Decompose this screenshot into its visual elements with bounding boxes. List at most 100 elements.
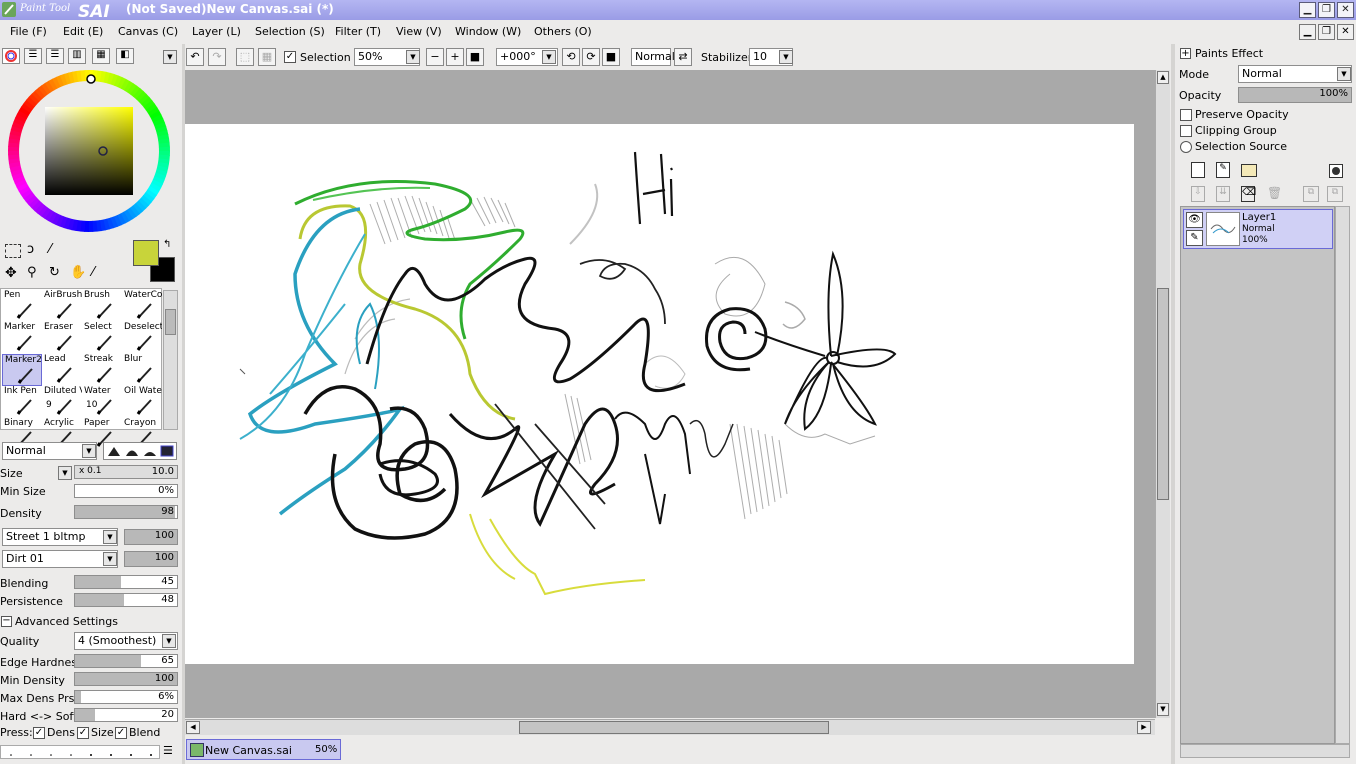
canvas-hscroll-thumb[interactable] xyxy=(519,721,829,734)
rotation-dropdown-icon[interactable]: ▼ xyxy=(542,50,556,64)
texture2-select[interactable]: Dirt 01 xyxy=(2,550,118,568)
zoom-out-button[interactable]: − xyxy=(426,48,444,66)
menu-filter[interactable]: Filter (T) xyxy=(335,25,381,38)
brush-shape-selector[interactable] xyxy=(103,442,177,460)
layer-visibility-eye-icon[interactable]: 👁 xyxy=(1186,212,1203,228)
size-range-dropdown-icon[interactable]: ▼ xyxy=(58,466,72,480)
rgb-slider-mode-icon[interactable]: ☰ xyxy=(24,48,42,64)
press-blend-checkbox[interactable]: ✓ xyxy=(115,727,127,739)
tool-deselect[interactable]: Deselect xyxy=(122,322,162,354)
menu-others[interactable]: Others (O) xyxy=(534,25,592,38)
mdi-minimize-button[interactable]: ▁ xyxy=(1299,24,1316,40)
texture1-strength-slider[interactable]: 100 xyxy=(124,529,178,545)
advanced-collapse-icon[interactable]: − xyxy=(1,616,12,627)
advanced-settings-label[interactable]: Advanced Settings xyxy=(15,615,118,628)
layer-list-vscrollbar[interactable] xyxy=(1335,206,1350,744)
max-dens-slider[interactable]: 6% xyxy=(74,690,178,704)
palette-mode-icon[interactable]: ▦ xyxy=(92,48,110,64)
redo-button[interactable]: ↷ xyxy=(208,48,226,66)
color-panel-menu-icon[interactable]: ▼ xyxy=(163,50,177,64)
canvas-tab[interactable]: New Canvas.sai 50% xyxy=(186,739,341,760)
size-slider[interactable]: x 0.1 10.0 xyxy=(74,465,178,479)
rotate-icon[interactable]: ↻ xyxy=(49,265,65,281)
layer-mask-icon[interactable] xyxy=(1329,164,1343,178)
min-density-slider[interactable]: 100 xyxy=(74,672,178,686)
tool-pen[interactable]: Pen xyxy=(2,290,42,322)
magic-wand-icon[interactable]: ⁄ xyxy=(49,242,67,258)
primary-color-swatch[interactable] xyxy=(133,240,159,266)
invert-selection-button[interactable]: ▦ xyxy=(258,48,276,66)
hsv-slider-mode-icon[interactable]: ☰ xyxy=(46,48,64,64)
merge-down-icon[interactable]: ⇊ xyxy=(1216,186,1230,202)
eyedropper-icon[interactable]: ⁄ xyxy=(92,265,108,281)
deselect-button[interactable]: ⬚ xyxy=(236,48,254,66)
clear-layer-icon[interactable]: ⌫ xyxy=(1241,186,1256,202)
texture2-strength-slider[interactable]: 100 xyxy=(124,551,178,567)
menu-canvas[interactable]: Canvas (C) xyxy=(118,25,178,38)
hard-soft-slider[interactable]: 20 xyxy=(74,708,178,722)
zoom-reset-button[interactable]: ■ xyxy=(466,48,484,66)
texture1-dropdown-icon[interactable]: ▼ xyxy=(103,530,117,544)
swatches-mode-icon[interactable]: ▥ xyxy=(68,48,86,64)
tool-blur[interactable]: Blur xyxy=(122,354,162,386)
menu-file[interactable]: File (F) xyxy=(10,25,47,38)
edge-hardness-slider[interactable]: 65 xyxy=(74,654,178,668)
tool-marker[interactable]: Marker xyxy=(2,322,42,354)
mdi-close-button[interactable]: ✕ xyxy=(1337,24,1354,40)
mdi-restore-button[interactable]: ❐ xyxy=(1318,24,1335,40)
tool-lead[interactable]: Lead xyxy=(42,354,82,386)
lasso-icon[interactable]: ↄ xyxy=(27,242,45,258)
rotate-cw-button[interactable]: ⟳ xyxy=(582,48,600,66)
blend-mode-select[interactable]: Normal xyxy=(631,48,675,66)
press-size-checkbox[interactable]: ✓ xyxy=(77,727,89,739)
press-dens-checkbox[interactable]: ✓ xyxy=(33,727,45,739)
color-wheel-mode-icon[interactable] xyxy=(2,48,20,64)
tool-waterco[interactable]: WaterCo xyxy=(122,290,162,322)
stabilizer-dropdown-icon[interactable]: ▼ xyxy=(779,50,793,64)
minimize-button[interactable]: ▁ xyxy=(1299,2,1316,18)
layer-mode-select[interactable]: Normal xyxy=(1238,65,1352,83)
tool-grid-scrollbar[interactable] xyxy=(163,290,178,430)
swap-colors-icon[interactable]: ↰ xyxy=(163,239,171,250)
zoom-dropdown-icon[interactable]: ▼ xyxy=(406,50,420,64)
maximize-button[interactable]: ❐ xyxy=(1318,2,1335,18)
texture2-dropdown-icon[interactable]: ▼ xyxy=(103,552,117,566)
new-folder-icon[interactable] xyxy=(1241,164,1257,177)
paints-effect-label[interactable]: Paints Effect xyxy=(1195,47,1263,60)
hand-icon[interactable]: ✋ xyxy=(70,265,86,281)
tool-airbrush[interactable]: AirBrush xyxy=(42,290,82,322)
menu-view[interactable]: View (V) xyxy=(396,25,442,38)
min-size-slider[interactable]: 0% xyxy=(74,484,178,498)
flip-horizontal-button[interactable]: ⇄ xyxy=(674,48,692,66)
hue-marker[interactable] xyxy=(86,74,96,84)
tool-select[interactable]: Select xyxy=(82,322,122,354)
selection-source-radio[interactable] xyxy=(1180,141,1192,153)
copy-layer-icon[interactable]: ⧉ xyxy=(1303,186,1319,202)
quality-dropdown-icon[interactable]: ▼ xyxy=(162,634,176,648)
layer-lock-brush-icon[interactable]: ✎ xyxy=(1186,230,1203,246)
menu-window[interactable]: Window (W) xyxy=(455,25,521,38)
rotate-reset-button[interactable]: ■ xyxy=(602,48,620,66)
layer-opacity-slider[interactable]: 100% xyxy=(1238,87,1352,103)
blending-slider[interactable]: 45 xyxy=(74,575,178,589)
zoom-icon[interactable]: ⚲ xyxy=(27,265,43,281)
tool-diluted-v[interactable]: Diluted V 9 xyxy=(42,386,82,418)
transfer-down-icon[interactable]: ⇩ xyxy=(1191,186,1205,202)
tool-streak[interactable]: Streak xyxy=(82,354,122,386)
canvas-paper[interactable]: Hi xyxy=(185,124,1134,664)
color-wheel[interactable] xyxy=(8,70,170,232)
clipping-group-checkbox[interactable] xyxy=(1180,125,1192,137)
menu-edit[interactable]: Edit (E) xyxy=(63,25,103,38)
layer-mode-dropdown-icon[interactable]: ▼ xyxy=(1337,67,1351,81)
tool-eraser[interactable]: Eraser xyxy=(42,322,82,354)
layer-row[interactable]: 👁 ✎ Layer1 Normal 100% xyxy=(1183,209,1333,249)
paints-effect-expand-icon[interactable]: + xyxy=(1180,48,1191,59)
delete-layer-icon[interactable]: 🗑 xyxy=(1267,186,1282,202)
new-layer-icon[interactable] xyxy=(1191,162,1205,178)
rect-select-icon[interactable] xyxy=(5,244,21,258)
preserve-opacity-checkbox[interactable] xyxy=(1180,109,1192,121)
brush-mode-dropdown-icon[interactable]: ▼ xyxy=(82,444,96,458)
brush-size-presets[interactable] xyxy=(0,745,160,759)
persistence-slider[interactable]: 48 xyxy=(74,593,178,607)
new-linework-layer-icon[interactable]: ✎ xyxy=(1216,162,1230,178)
